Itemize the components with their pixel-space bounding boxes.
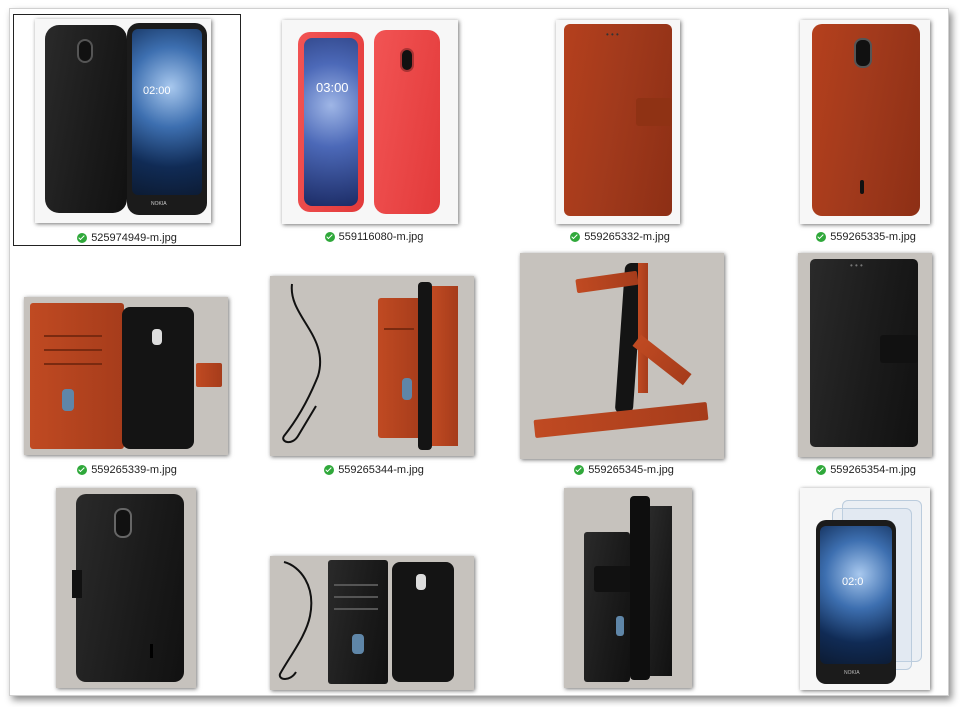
thumbnail-item[interactable]: • • • 559265332-m.jpg — [524, 14, 716, 246]
brand-text: NOKIA — [844, 670, 860, 676]
green-check-circle-icon — [77, 465, 88, 475]
card-slot — [44, 349, 102, 351]
thumbnail-item[interactable]: 559265339-m.jpg — [13, 249, 241, 481]
window-slot — [616, 616, 624, 636]
file-label: 559265335-m.jpg — [770, 231, 960, 243]
window-slot — [352, 634, 364, 654]
phone-screen — [820, 526, 892, 664]
thumbnail-item[interactable] — [268, 484, 480, 696]
wallet-flap — [328, 560, 388, 684]
wallet-flap — [650, 506, 672, 676]
green-check-circle-icon — [324, 232, 335, 242]
clasp — [72, 570, 82, 598]
file-label: 525974949-m.jpg — [14, 232, 240, 244]
thumbnail-image: 02:0 NOKIA — [800, 488, 930, 690]
thumbnail-image: 03:00 — [282, 20, 458, 224]
clock-text: 03:00 — [316, 80, 349, 95]
wallet-stand — [638, 263, 648, 393]
phone-holder — [630, 496, 650, 680]
camera-cutout — [77, 39, 93, 63]
wallet-case — [378, 298, 422, 438]
thumbnail-item[interactable]: • • • 559265354-m.jpg — [770, 249, 960, 481]
thumbnail-image: • • • — [556, 20, 680, 224]
camera-cutout — [114, 508, 132, 538]
clasp — [196, 363, 222, 387]
dots: • • • — [606, 30, 619, 39]
speaker-slot — [150, 644, 153, 658]
thumbnail-item[interactable]: 559265335-m.jpg — [770, 14, 960, 246]
green-check-circle-icon — [570, 232, 581, 242]
green-check-circle-icon — [77, 233, 88, 243]
camera-cutout — [400, 48, 414, 72]
green-check-circle-icon — [324, 465, 335, 475]
dots: • • • — [850, 261, 863, 270]
thumbnail-item[interactable]: 559265345-m.jpg — [518, 249, 730, 481]
thumbnail-item[interactable] — [518, 484, 730, 696]
lanyard-strap — [278, 561, 313, 680]
clock-text: 02:0 — [842, 576, 864, 588]
thumbnail-item[interactable]: 03:00 559116080-m.jpg — [278, 14, 470, 246]
thumbnail-image: 02:00 NOKIA — [35, 19, 211, 223]
thumbnail-image — [800, 20, 930, 224]
card-slot — [44, 363, 102, 365]
file-label: 559265345-m.jpg — [518, 464, 730, 476]
green-check-circle-icon — [816, 232, 827, 242]
speaker-slot — [860, 180, 864, 194]
thumbnail-item[interactable]: 559265344-m.jpg — [268, 249, 480, 481]
file-label: 559265332-m.jpg — [524, 231, 716, 243]
window-slot — [62, 389, 74, 411]
thumbnail-image: • • • — [798, 253, 932, 457]
thumbnail-item[interactable]: 02:00 NOKIA 525974949-m.jpg — [13, 14, 241, 246]
lanyard-strap — [282, 283, 322, 443]
thumbnail-image — [270, 556, 474, 690]
card-slot — [334, 608, 378, 610]
brand-text: NOKIA — [151, 201, 167, 207]
thumbnail-image — [24, 297, 228, 455]
card-slot — [44, 335, 102, 337]
clasp — [636, 98, 672, 126]
file-label: 559116080-m.jpg — [278, 231, 470, 243]
clock-text: 02:00 — [143, 85, 171, 97]
phone-screen — [132, 29, 202, 195]
thumbnail-image — [270, 276, 474, 456]
card-slot — [334, 584, 378, 586]
thumbnail-item[interactable]: 02:0 NOKIA — [770, 484, 960, 696]
wallet-case — [584, 532, 630, 682]
card-slot — [384, 328, 414, 330]
green-check-circle-icon — [816, 465, 827, 475]
card-slot — [334, 596, 378, 598]
file-label: 559265339-m.jpg — [13, 464, 241, 476]
file-label: 559265344-m.jpg — [268, 464, 480, 476]
wallet-flap — [30, 303, 124, 449]
file-label: 559265354-m.jpg — [770, 464, 960, 476]
phone-screen — [304, 38, 358, 206]
camera-cutout — [416, 574, 426, 590]
thumbnail-grid: 02:00 NOKIA 525974949-m.jpg 03:00 559116… — [9, 8, 949, 696]
window-slot — [402, 378, 412, 400]
thumbnail-image — [520, 253, 724, 459]
camera-cutout — [152, 329, 162, 345]
thumbnail-image — [56, 488, 196, 688]
thumbnail-item[interactable] — [13, 484, 241, 696]
phone-holder — [418, 282, 432, 450]
green-check-circle-icon — [574, 465, 585, 475]
clasp — [880, 335, 918, 363]
thumbnail-image — [564, 488, 692, 688]
wallet-flap — [432, 286, 458, 446]
camera-cutout — [854, 38, 872, 68]
